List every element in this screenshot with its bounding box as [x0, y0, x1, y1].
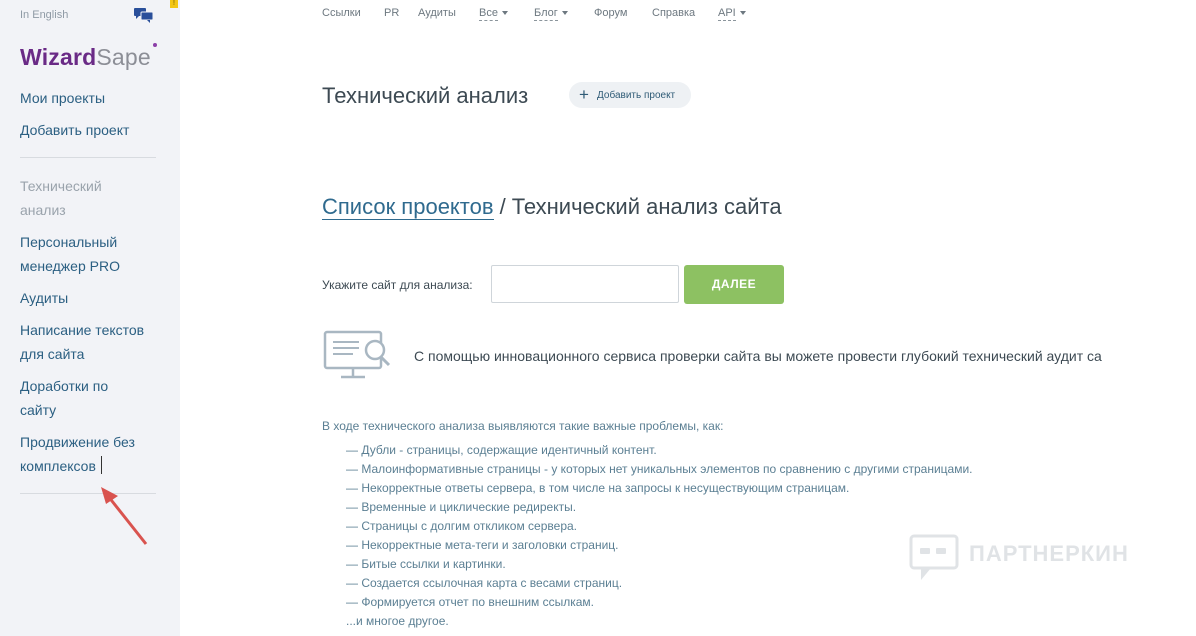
monitor-search-icon — [323, 330, 391, 379]
sidebar-item-site-improvements[interactable]: Доработки по сайту — [20, 374, 160, 422]
sidebar-item-label: Персональный — [20, 234, 118, 250]
topmenu-forum[interactable]: Форум — [594, 7, 627, 19]
issues-title: В ходе технического анализа выявляются т… — [322, 419, 724, 433]
topmenu-blog-label: Блог — [534, 7, 558, 21]
topmenu-pr[interactable]: PR — [384, 7, 399, 19]
list-item: — Некорректные ответы сервера, в том чис… — [346, 481, 850, 495]
sidebar-item-label: Продвижение без — [20, 434, 135, 450]
chevron-down-icon — [501, 11, 508, 16]
list-item: — Создается ссылочная карта с весами стр… — [346, 576, 623, 590]
sidebar-item-label: для сайта — [20, 346, 85, 362]
chat-icon[interactable] — [133, 6, 155, 24]
sidebar-item-promotion[interactable]: Продвижение без комплексов — [20, 430, 160, 478]
intro-text: С помощью инновационного сервиса проверк… — [414, 348, 1102, 364]
list-item: — Битые ссылки и картинки. — [346, 557, 506, 571]
nav-my-projects[interactable]: Мои проекты — [20, 86, 160, 110]
partnerkin-watermark: ПАРТНЕРКИН — [909, 534, 1149, 584]
watermark-logo-icon — [909, 534, 959, 580]
wizardsape-logo[interactable]: WizardSape — [20, 43, 157, 71]
topmenu-all-label: Все — [479, 7, 498, 21]
sidebar-item-label: Написание текстов — [20, 322, 145, 338]
next-button[interactable]: ДАЛЕЕ — [684, 265, 784, 304]
notice-badge[interactable]: ! — [170, 0, 178, 8]
list-item: — Дубли - страницы, содержащие идентичны… — [346, 443, 657, 457]
breadcrumb: Список проектов / Технический анализ сайта — [322, 194, 782, 220]
topmenu-api-dropdown[interactable]: API — [718, 7, 746, 21]
sidebar-item-personal-manager[interactable]: Персональный менеджер PRO — [20, 230, 160, 278]
breadcrumb-separator: / — [499, 194, 506, 219]
sidebar-item-label: Доработки по — [20, 378, 109, 394]
sidebar: In English ! WizardSape Мои проекты Доба… — [0, 0, 180, 636]
list-item: — Малоинформативные страницы - у которых… — [346, 462, 973, 476]
chevron-down-icon — [739, 11, 746, 16]
add-project-button[interactable]: + Добавить проект — [569, 82, 691, 108]
list-item: ...и многое другое. — [346, 614, 449, 628]
text-cursor — [101, 456, 102, 474]
sidebar-item-technical-analysis[interactable]: Технический анализ — [20, 174, 160, 222]
list-item: — Временные и циклические редиректы. — [346, 500, 577, 514]
logo-part-wizard: Wizard — [20, 44, 97, 70]
nav-add-project[interactable]: Добавить проект — [20, 118, 160, 142]
site-url-input[interactable] — [491, 265, 679, 303]
issues-list: — Дубли - страницы, содержащие идентичны… — [346, 443, 973, 633]
plus-icon: + — [579, 85, 589, 104]
sidebar-item-label: комплексов — [20, 458, 96, 474]
logo-dot — [152, 43, 157, 47]
breadcrumb-project-list-link[interactable]: Список проектов — [322, 194, 494, 220]
chevron-down-icon — [561, 11, 568, 16]
topmenu-audits[interactable]: Аудиты — [418, 7, 456, 19]
sidebar-item-label: менеджер PRO — [20, 258, 120, 274]
logo-part-sape: Sape — [96, 44, 151, 70]
topmenu-links[interactable]: Ссылки — [322, 7, 361, 19]
sidebar-item-audits[interactable]: Аудиты — [20, 286, 160, 310]
list-item: — Некорректные мета-теги и заголовки стр… — [346, 538, 619, 552]
sidebar-item-label: Аудиты — [20, 290, 69, 306]
watermark-text: ПАРТНЕРКИН — [969, 541, 1129, 566]
annotation-arrow-icon — [101, 487, 148, 545]
topmenu-blog-dropdown[interactable]: Блог — [534, 7, 568, 21]
sidebar-item-label: сайту — [20, 402, 57, 418]
topmenu-help[interactable]: Справка — [652, 7, 695, 19]
list-item: — Страницы с долгим откликом сервера. — [346, 519, 577, 533]
page-title: Технический анализ — [322, 83, 529, 108]
topmenu-all-dropdown[interactable]: Все — [479, 7, 508, 21]
breadcrumb-current: Технический анализ сайта — [511, 194, 782, 219]
sidebar-item-label: Технический — [20, 178, 102, 194]
add-project-label: Добавить проект — [597, 90, 676, 101]
sidebar-item-copywriting[interactable]: Написание текстов для сайта — [20, 318, 160, 366]
site-input-label: Укажите сайт для анализа: — [322, 278, 473, 292]
language-switch-link[interactable]: In English — [20, 9, 68, 21]
topmenu-api-label: API — [718, 7, 736, 21]
sidebar-item-label: анализ — [20, 202, 66, 218]
list-item: — Формируется отчет по внешним ссылкам. — [346, 595, 595, 609]
sidebar-divider — [20, 157, 156, 158]
